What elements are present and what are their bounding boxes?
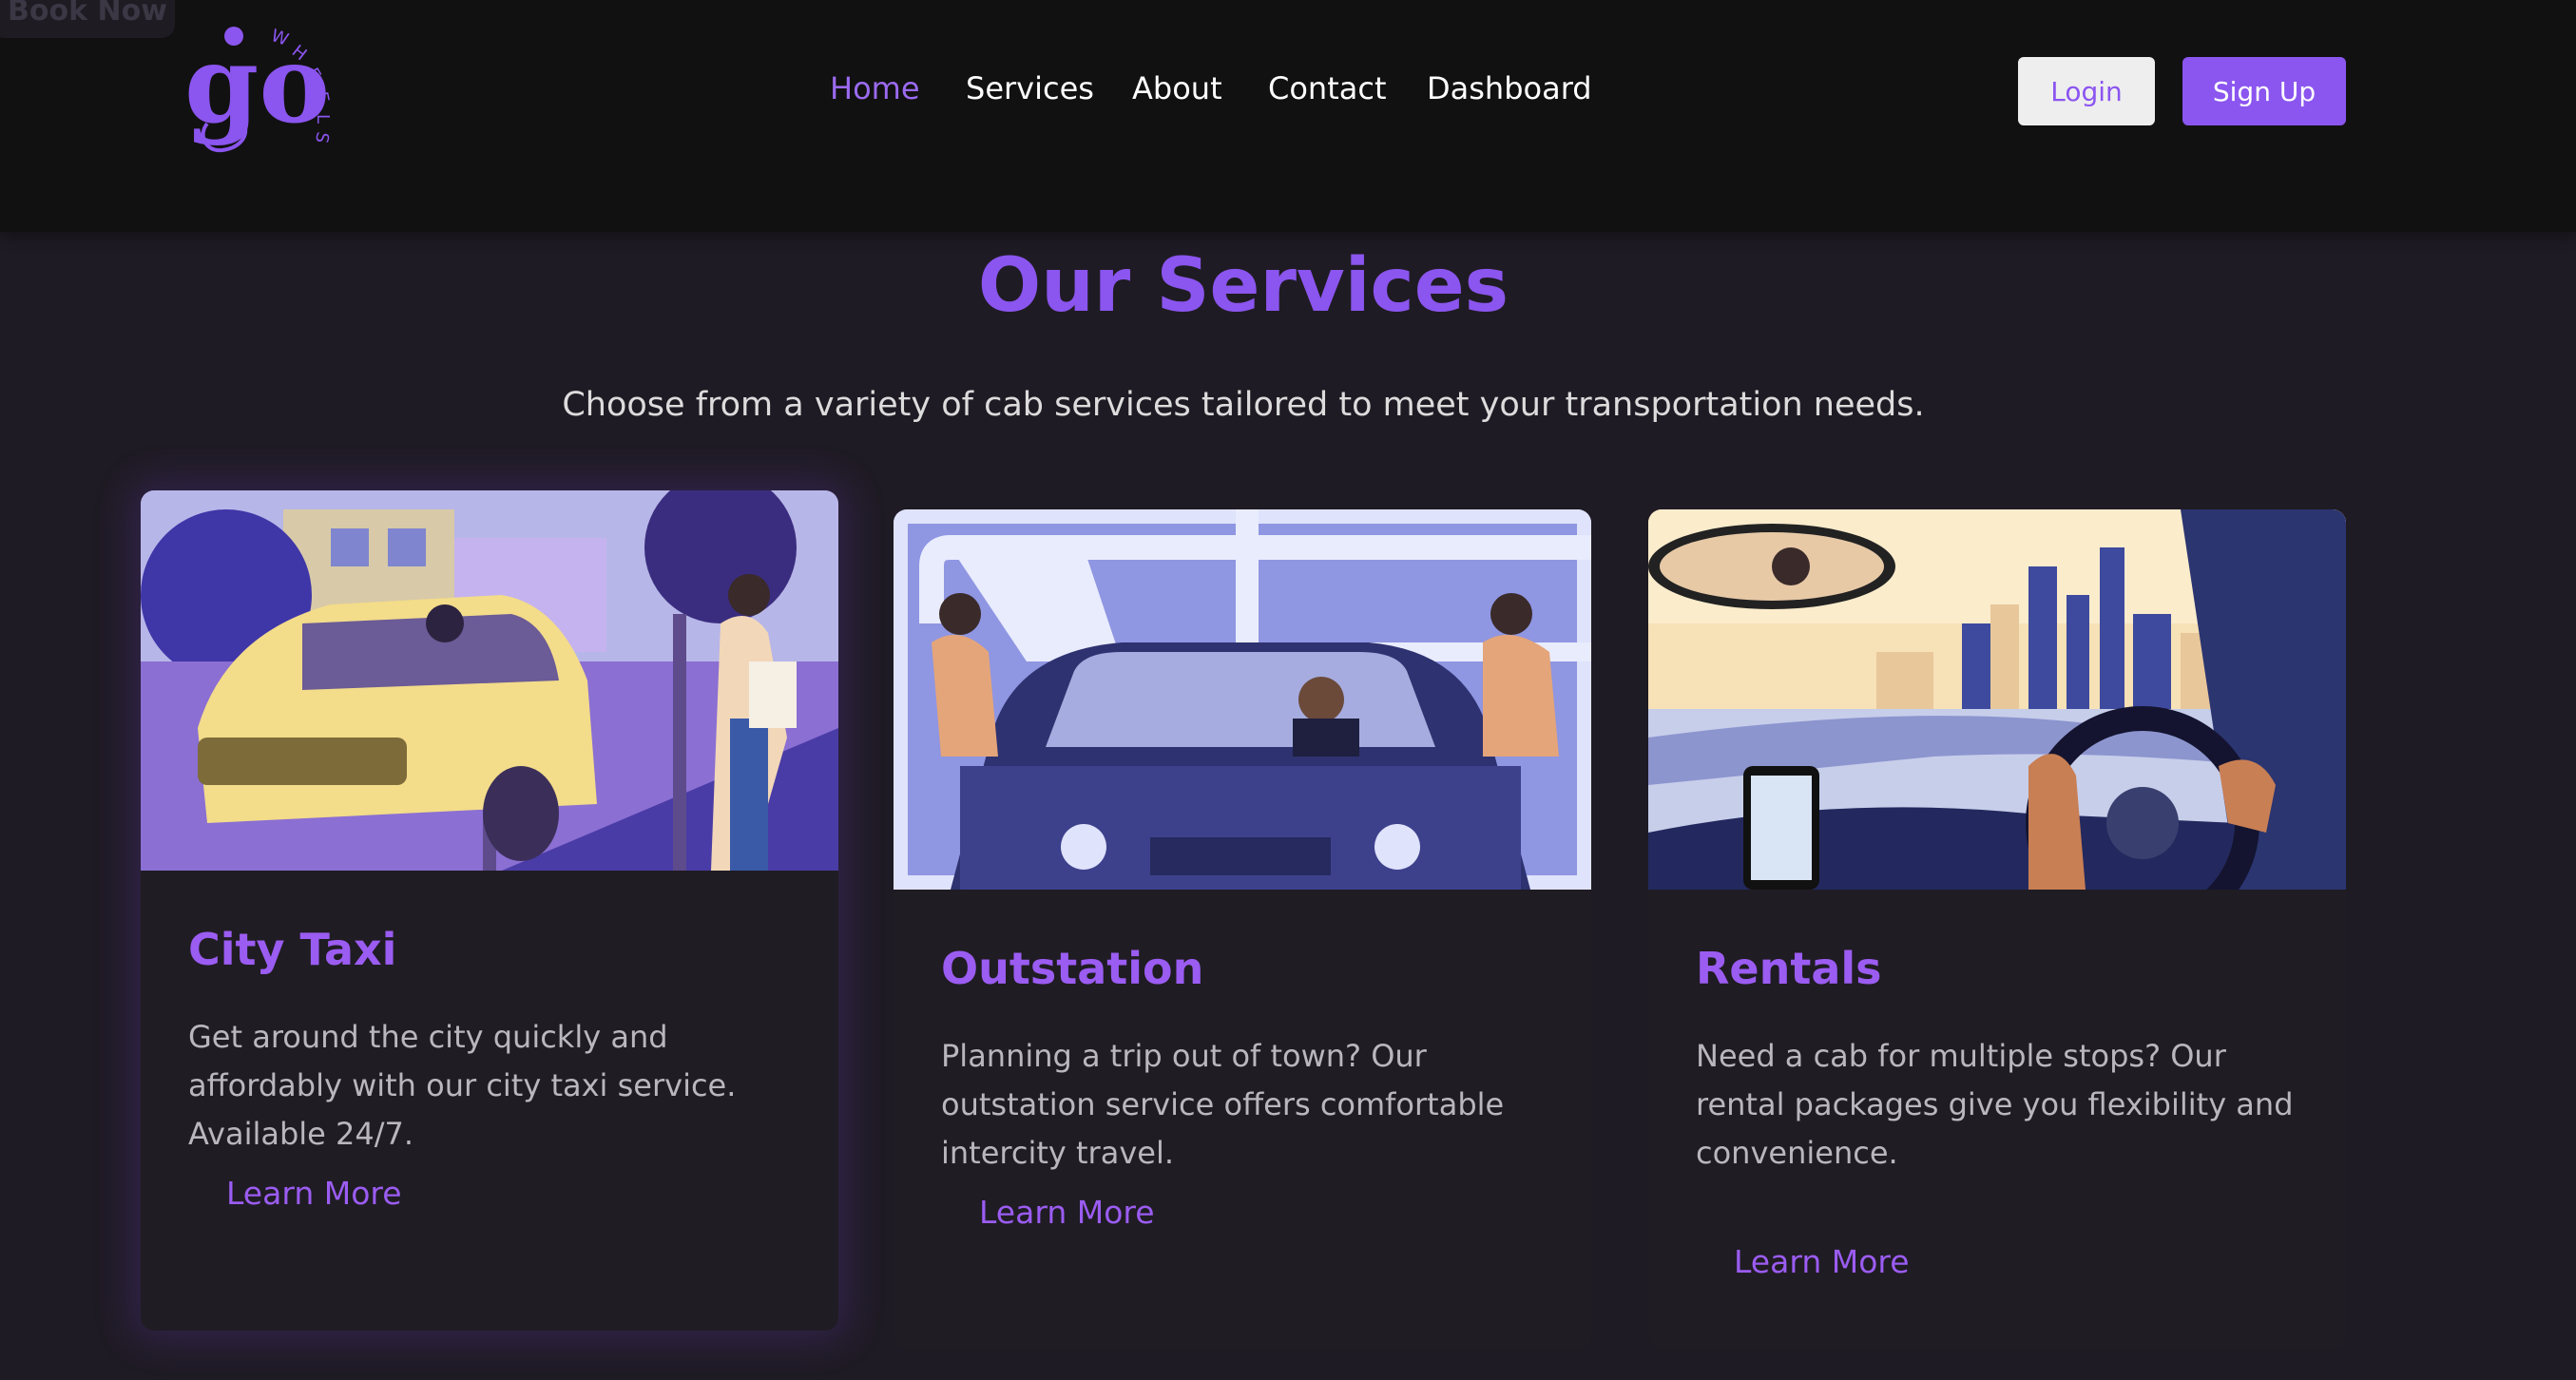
nav-dashboard[interactable]: Dashboard bbox=[1427, 70, 1592, 106]
learn-more-link[interactable]: Learn More bbox=[1734, 1243, 1910, 1280]
outstation-image bbox=[894, 509, 1591, 890]
svg-text:L: L bbox=[313, 114, 333, 124]
card-description: Planning a trip out of town? Our outstat… bbox=[941, 1038, 1505, 1171]
service-card-city-taxi: City Taxi Get around the city quickly an… bbox=[141, 490, 838, 1331]
nav-services[interactable]: Services bbox=[966, 70, 1094, 106]
login-button[interactable]: Login bbox=[2018, 57, 2155, 125]
logo-dot bbox=[224, 27, 243, 46]
city-taxi-image bbox=[141, 490, 838, 871]
nav-about[interactable]: About bbox=[1132, 70, 1222, 106]
card-title: Outstation bbox=[941, 943, 1204, 994]
section-title: Our Services bbox=[977, 243, 1509, 329]
logo[interactable]: go W H E E L S bbox=[179, 21, 350, 154]
card-title: Rentals bbox=[1696, 943, 1882, 994]
learn-more-link[interactable]: Learn More bbox=[226, 1175, 402, 1212]
book-now-button[interactable]: Book Now bbox=[0, 0, 175, 38]
service-card-rentals: Rentals Need a cab for multiple stops? O… bbox=[1648, 509, 2346, 1350]
site-header: Book Now go W H E E L S Home Services Ab… bbox=[0, 0, 2576, 232]
page: Book Now go W H E E L S Home Services Ab… bbox=[0, 0, 2576, 1380]
nav-home[interactable]: Home bbox=[830, 70, 920, 106]
nav-contact[interactable]: Contact bbox=[1268, 70, 1387, 106]
signup-button[interactable]: Sign Up bbox=[2182, 57, 2346, 125]
card-description: Need a cab for multiple stops? Our renta… bbox=[1696, 1038, 2294, 1171]
logo-text: go bbox=[184, 23, 330, 147]
logo-mark: go W H E E L S bbox=[184, 23, 333, 153]
learn-more-link[interactable]: Learn More bbox=[979, 1194, 1155, 1231]
card-title: City Taxi bbox=[188, 924, 397, 975]
service-card-outstation: Outstation Planning a trip out of town? … bbox=[894, 509, 1591, 1350]
card-description: Get around the city quickly and affordab… bbox=[188, 1019, 737, 1152]
section-subtitle: Choose from a variety of cab services ta… bbox=[562, 386, 1925, 424]
rentals-image bbox=[1648, 509, 2346, 890]
